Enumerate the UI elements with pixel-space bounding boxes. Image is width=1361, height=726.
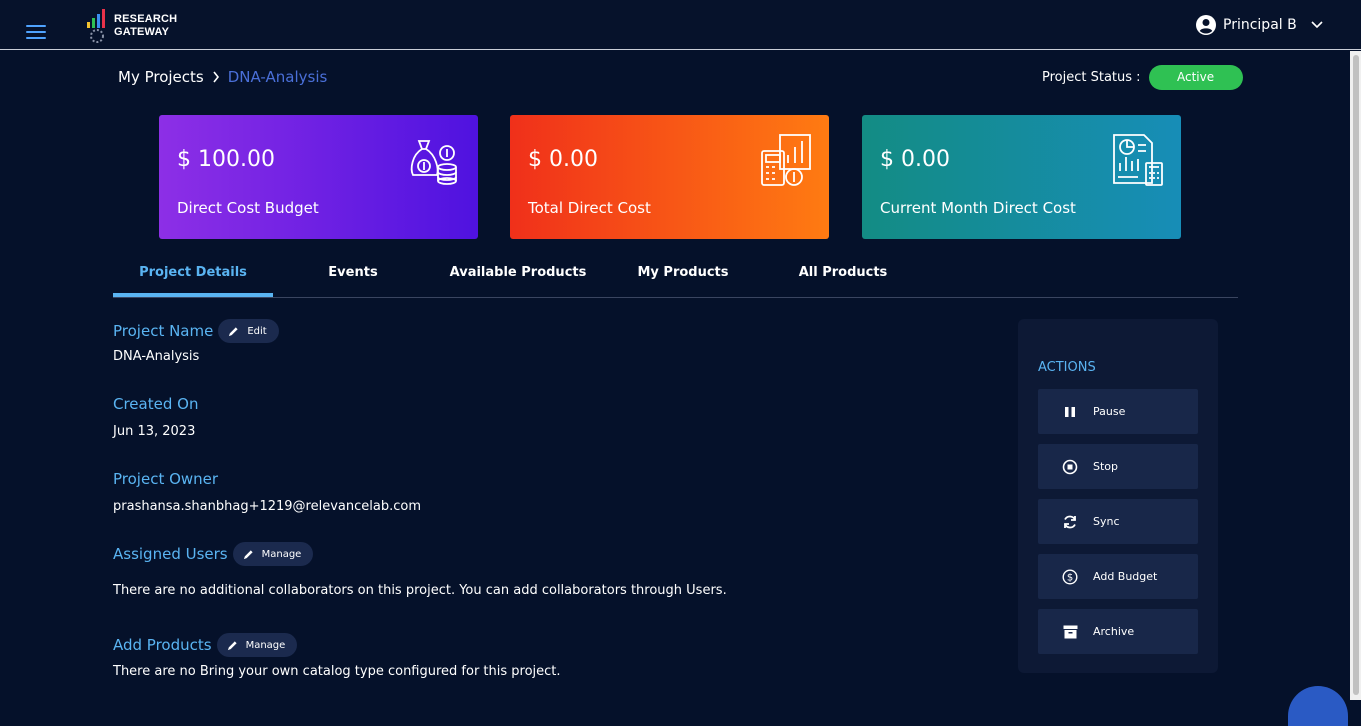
current-month-direct-cost-card: $ 0.00 Current Month Direct Cost xyxy=(862,115,1181,239)
breadcrumb: My Projects DNA-Analysis xyxy=(118,68,327,86)
project-owner-label: Project Owner xyxy=(113,470,219,488)
tab-project-details[interactable]: Project Details xyxy=(113,257,273,297)
research-gateway-logo[interactable]: RESEARCH GATEWAY xyxy=(85,8,185,44)
tab-all-products[interactable]: All Products xyxy=(763,257,923,296)
manage-products-button[interactable]: Manage xyxy=(216,633,298,657)
project-name-label: Project Name xyxy=(113,322,214,340)
sync-label: Sync xyxy=(1093,515,1120,528)
project-owner-value: prashansa.shanbhag+1219@relevancelab.com xyxy=(113,499,421,514)
created-on-heading: Created On xyxy=(113,395,198,413)
calculator-chart-icon xyxy=(761,134,811,186)
logo-line-2: GATEWAY xyxy=(114,26,170,38)
pause-icon xyxy=(1061,403,1079,421)
logo-bars-icon xyxy=(87,9,105,43)
add-budget-button[interactable]: $ Add Budget xyxy=(1038,554,1198,599)
tab-my-products[interactable]: My Products xyxy=(603,257,763,296)
dollar-circle-icon: $ xyxy=(1061,568,1079,586)
report-chart-icon xyxy=(1113,134,1163,186)
card-amount: $ 0.00 xyxy=(528,147,598,172)
add-budget-label: Add Budget xyxy=(1093,570,1158,583)
edit-project-name-button[interactable]: Edit xyxy=(218,319,279,343)
card-label: Direct Cost Budget xyxy=(177,199,319,217)
archive-label: Archive xyxy=(1093,625,1135,638)
archive-icon xyxy=(1061,623,1079,641)
sync-button[interactable]: Sync xyxy=(1038,499,1198,544)
pause-label: Pause xyxy=(1093,405,1126,418)
assigned-users-heading: Assigned Users Manage xyxy=(113,542,314,566)
card-amount: $ 100.00 xyxy=(177,147,275,172)
user-name: Principal B xyxy=(1223,17,1297,33)
chat-widget-button[interactable] xyxy=(1288,686,1348,726)
manage-users-button[interactable]: Manage xyxy=(232,542,314,566)
stop-icon xyxy=(1061,458,1079,476)
actions-panel: ACTIONS Pause Stop Sync $ Add Budget Arc… xyxy=(1018,319,1218,673)
pencil-icon xyxy=(243,549,253,559)
logo-line-1: RESEARCH xyxy=(114,13,178,25)
archive-button[interactable]: Archive xyxy=(1038,609,1198,654)
scrollbar-thumb[interactable] xyxy=(1353,55,1359,695)
card-label: Total Direct Cost xyxy=(528,199,651,217)
project-tabs: Project Details Events Available Product… xyxy=(113,257,1238,298)
logo-text: RESEARCH GATEWAY xyxy=(114,13,177,39)
money-bag-icon xyxy=(410,140,457,185)
assigned-users-text: There are no additional collaborators on… xyxy=(113,583,727,598)
add-products-heading: Add Products Manage xyxy=(113,633,298,657)
project-status-label: Project Status : xyxy=(1042,70,1141,85)
breadcrumb-my-projects[interactable]: My Projects xyxy=(118,68,204,86)
direct-cost-budget-card: $ 100.00 Direct Cost Budget xyxy=(159,115,478,239)
card-amount: $ 0.00 xyxy=(880,147,950,172)
breadcrumb-current: DNA-Analysis xyxy=(227,68,328,86)
created-on-value: Jun 13, 2023 xyxy=(113,424,196,439)
top-navbar: RESEARCH GATEWAY Principal B xyxy=(0,0,1361,50)
stop-button[interactable]: Stop xyxy=(1038,444,1198,489)
stop-label: Stop xyxy=(1093,460,1119,473)
edit-label: Edit xyxy=(247,325,267,337)
project-name-value: DNA-Analysis xyxy=(113,349,200,364)
status-badge: Active xyxy=(1148,65,1243,90)
hamburger-menu-icon[interactable] xyxy=(26,25,46,39)
actions-title: ACTIONS xyxy=(1038,360,1096,375)
assigned-users-label: Assigned Users xyxy=(113,545,228,563)
total-direct-cost-card: $ 0.00 Total Direct Cost xyxy=(510,115,829,239)
pencil-icon xyxy=(227,640,237,650)
tab-available-products[interactable]: Available Products xyxy=(438,257,598,296)
add-products-text: There are no Bring your own catalog type… xyxy=(113,664,561,679)
add-products-label: Add Products xyxy=(113,636,212,654)
svg-text:$: $ xyxy=(1067,572,1073,583)
created-on-label: Created On xyxy=(113,395,199,413)
project-status: Project Status : Active xyxy=(1042,65,1243,90)
pencil-icon xyxy=(229,326,238,336)
chevron-right-icon xyxy=(213,71,219,83)
user-menu[interactable]: Principal B xyxy=(1196,12,1323,38)
card-label: Current Month Direct Cost xyxy=(880,199,1076,217)
sync-icon xyxy=(1061,513,1079,531)
pause-button[interactable]: Pause xyxy=(1038,389,1198,434)
chevron-down-icon[interactable] xyxy=(1311,21,1323,29)
user-avatar-icon xyxy=(1196,15,1216,35)
manage-label: Manage xyxy=(261,548,302,560)
project-owner-heading: Project Owner xyxy=(113,470,218,488)
tab-events[interactable]: Events xyxy=(273,257,433,296)
manage-label: Manage xyxy=(245,639,286,651)
project-name-heading: Project Name Edit xyxy=(113,319,279,343)
